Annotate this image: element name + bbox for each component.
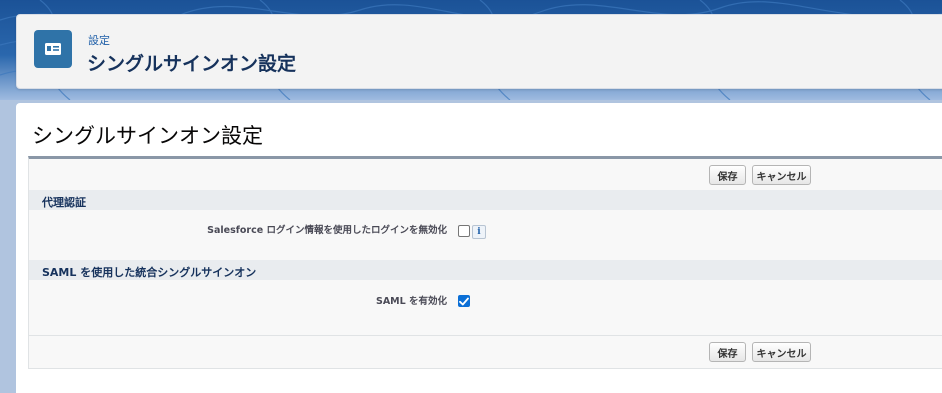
page-title: シングルサインオン設定: [32, 124, 263, 148]
save-button-bottom[interactable]: 保存: [709, 342, 746, 362]
field-label-enable-saml: SAML を有効化: [375, 296, 447, 307]
disable-login-checkbox[interactable]: [458, 225, 470, 237]
check-icon: [459, 297, 469, 305]
main-content: シングルサインオン設定 保存 キャンセル 代理認証 Salesforce ログイ…: [16, 103, 942, 393]
section-heading-saml: SAML を使用した統合シングルサインオン: [29, 260, 942, 280]
cancel-button[interactable]: キャンセル: [752, 165, 811, 185]
breadcrumb[interactable]: 設定: [88, 32, 110, 48]
header-title: シングルサインオン設定: [87, 53, 297, 75]
section-heading-delegated-auth: 代理認証: [29, 190, 942, 210]
id-card-icon: [34, 30, 72, 68]
enable-saml-checkbox[interactable]: [458, 295, 470, 307]
top-button-row: 保存 キャンセル: [29, 159, 942, 190]
settings-panel: 保存 キャンセル 代理認証 Salesforce ログイン情報を使用したログイン…: [28, 156, 942, 369]
bottom-button-row: 保存 キャンセル: [29, 336, 942, 367]
cancel-button-bottom[interactable]: キャンセル: [752, 342, 811, 362]
save-button[interactable]: 保存: [709, 165, 746, 185]
field-label-disable-login: Salesforce ログイン情報を使用したログインを無効化: [207, 225, 447, 236]
info-icon[interactable]: i: [472, 225, 486, 239]
page-header: 設定 シングルサインオン設定: [16, 14, 942, 89]
